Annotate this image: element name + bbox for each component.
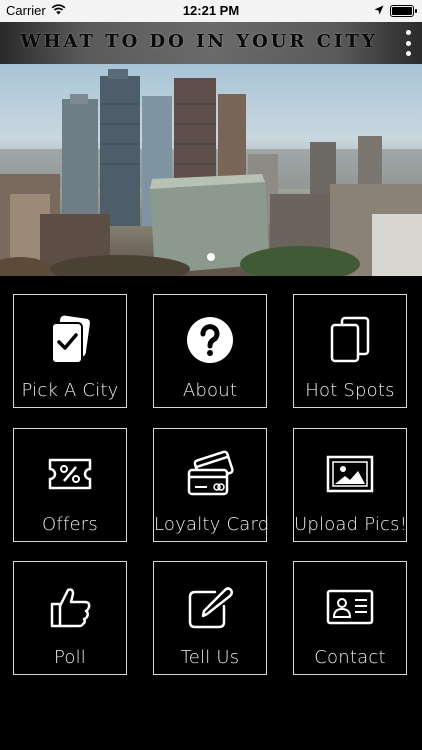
question-circle-icon — [154, 315, 266, 365]
tile-label: Pick A City — [21, 380, 119, 401]
overflow-menu-icon[interactable] — [404, 30, 412, 56]
cards-icon — [294, 315, 406, 365]
tile-label: Upload Pics! — [294, 514, 408, 535]
status-time: 12:21 PM — [182, 3, 240, 18]
checklist-document-icon — [14, 315, 126, 365]
tile-label: About — [182, 380, 238, 401]
tile-label: Tell Us — [180, 647, 240, 668]
picture-frame-icon — [294, 449, 406, 499]
tile-upload-pics[interactable]: Upload Pics! — [293, 428, 407, 542]
tile-loyalty-card[interactable]: Loyalty Card — [153, 428, 270, 542]
hero-banner[interactable] — [0, 64, 422, 276]
location-arrow-icon — [374, 3, 384, 18]
tile-poll[interactable]: Poll — [13, 561, 127, 675]
tile-pick-a-city[interactable]: Pick A City — [13, 294, 127, 408]
percent-ticket-icon — [14, 449, 126, 499]
app-title: WHAT TO DO IN YOUR CITY — [20, 31, 378, 52]
tile-label: Contact — [314, 647, 386, 668]
tile-hot-spots[interactable]: Hot Spots — [293, 294, 407, 408]
status-right — [374, 3, 417, 18]
carousel-page-indicator[interactable] — [207, 253, 215, 261]
battery-icon — [390, 4, 417, 17]
tile-about[interactable]: About — [153, 294, 267, 408]
pencil-edit-icon — [154, 582, 266, 632]
status-bar: Carrier 12:21 PM — [0, 0, 422, 22]
tile-offers[interactable]: Offers — [13, 428, 127, 542]
thumbs-up-icon — [14, 582, 126, 632]
app-header: WHAT TO DO IN YOUR CITY — [0, 22, 422, 64]
tile-tell-us[interactable]: Tell Us — [153, 561, 267, 675]
city-skyline-image — [0, 69, 422, 276]
contact-card-icon — [294, 582, 406, 632]
tile-label: Poll — [53, 647, 87, 668]
credit-cards-icon — [154, 449, 266, 499]
tile-label: Offers — [42, 514, 98, 535]
tile-label: Hot Spots — [305, 380, 395, 401]
tile-label: Loyalty Card — [154, 514, 270, 535]
tile-contact[interactable]: Contact — [293, 561, 407, 675]
